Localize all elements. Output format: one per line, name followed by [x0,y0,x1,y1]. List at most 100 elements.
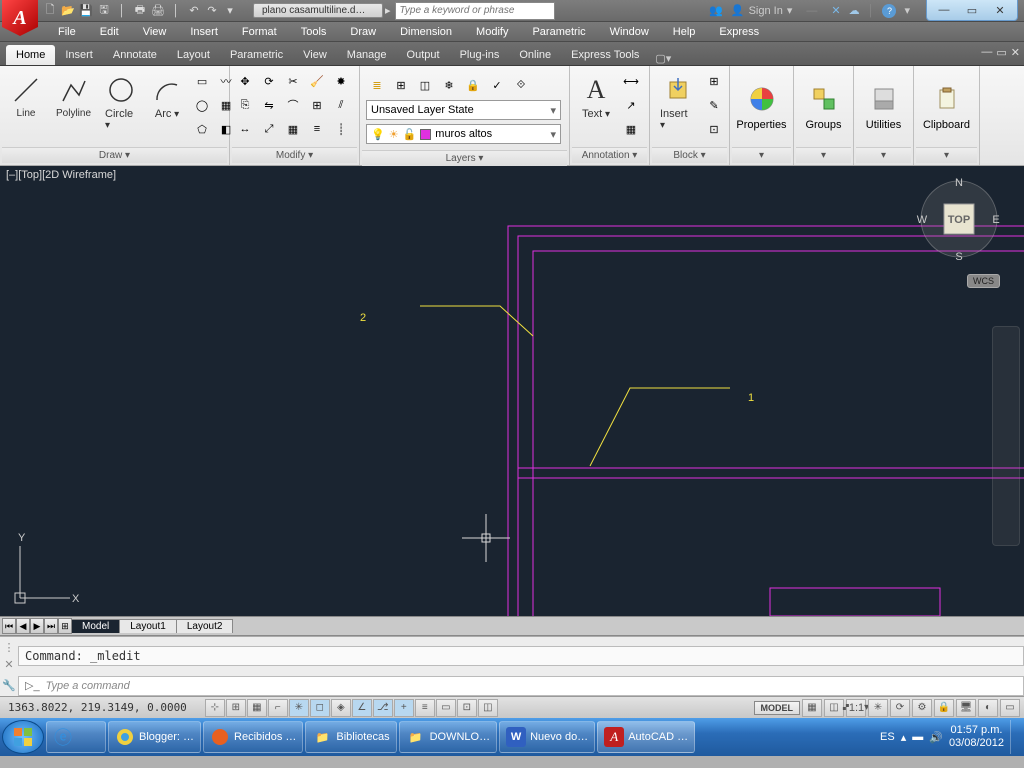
layer-state-icon[interactable]: ⊞ [390,74,412,96]
tab-layout1[interactable]: Layout1 [119,619,177,633]
task-explorer[interactable]: 📁Bibliotecas [305,721,396,753]
cmd-tools-icon[interactable]: 🔧 [0,675,18,696]
table-icon[interactable]: ▦ [620,118,642,140]
tpy-icon[interactable]: ▭ [436,699,456,717]
rect-icon[interactable]: ▭ [191,70,213,92]
qat-redo-icon[interactable]: ↷ [204,3,220,19]
rotate-icon[interactable]: ⟳ [258,70,280,92]
erase-icon[interactable]: 🧹 [306,70,328,92]
tray-flag-icon[interactable]: ▬ [912,731,923,743]
qat-saveas-icon[interactable]: 🖫 [96,3,112,19]
close-cmd-icon[interactable]: ✕ [4,658,13,671]
tab-online[interactable]: Online [509,45,561,65]
layer-lock-icon[interactable]: 🔒 [462,74,484,96]
task-firefox[interactable]: Recibidos … [203,721,303,753]
doc-min-button[interactable]: ― [981,46,992,59]
menu-insert[interactable]: Insert [180,24,228,40]
tray-volume-icon[interactable]: 🔊 [929,731,943,744]
menu-draw[interactable]: Draw [340,24,386,40]
viewcube[interactable]: TOP N S E W [914,174,1004,264]
panel-annotation-title[interactable]: Annotation ▾ [572,147,647,163]
search-glyph-icon[interactable]: 👥 [709,4,723,17]
layout-prev-icon[interactable]: ◀ [16,618,30,634]
layer-match-icon[interactable]: ⟐ [510,74,532,96]
arrayrect-icon[interactable]: ▦ [282,118,304,140]
tab-output[interactable]: Output [397,45,450,65]
navigation-bar[interactable] [992,326,1020,546]
break-icon[interactable]: ┊ [330,118,352,140]
menu-modify[interactable]: Modify [466,24,518,40]
panel-groups[interactable]: Groups▾ [794,66,854,165]
panel-block-title[interactable]: Block ▾ [652,147,727,163]
tab-layout2[interactable]: Layout2 [176,619,234,633]
create-block-icon[interactable]: ⊞ [703,70,725,92]
qat-dropdown-icon[interactable]: ▾ [222,3,238,19]
copy-icon[interactable]: ⎘ [234,94,256,116]
quickview2-icon[interactable]: ◫ [824,699,844,717]
menu-tools[interactable]: Tools [291,24,337,40]
maximize-button[interactable]: ▭ [959,2,985,18]
task-download[interactable]: 📁DOWNLO… [399,721,498,753]
layer-state-combo[interactable]: Unsaved Layer State▾ [366,100,561,120]
ribbon-expand-icon[interactable]: ▢▾ [655,52,671,65]
layer-make-icon[interactable]: ✓ [486,74,508,96]
task-chrome[interactable]: Blogger: … [108,721,201,753]
circle-button[interactable]: Circle ▾ [99,70,143,135]
help-search-input[interactable] [395,2,555,20]
menu-view[interactable]: View [133,24,177,40]
panel-utilities[interactable]: Utilities▾ [854,66,914,165]
drawing-canvas[interactable]: [–][Top][2D Wireframe] 2 1 Y X [0,166,1024,616]
menu-express[interactable]: Express [709,24,769,40]
tab-express[interactable]: Express Tools [561,45,649,65]
lwt-icon[interactable]: ≡ [415,699,435,717]
sc-icon[interactable]: ◫ [478,699,498,717]
qat-save-icon[interactable]: 💾 [78,3,94,19]
ellipse-icon[interactable]: ◯ [191,94,213,116]
task-word[interactable]: WNuevo do… [499,721,595,753]
close-button[interactable]: ✕ [987,2,1013,18]
qat-new-icon[interactable]: 🗋 [42,3,58,19]
panel-modify-title[interactable]: Modify ▾ [232,147,357,163]
tab-layout[interactable]: Layout [167,45,220,65]
start-button[interactable] [2,720,44,754]
ducs-icon[interactable]: ⎇ [373,699,393,717]
arc-button[interactable]: Arc ▾ [145,70,189,124]
quickview-icon[interactable]: ▦ [802,699,822,717]
panel-clipboard[interactable]: Clipboard▾ [914,66,980,165]
dim-icon[interactable]: ⟷ [620,70,642,92]
cmd-grip[interactable]: ⋮✕ [0,637,18,675]
scale-icon[interactable]: ⤢ [258,118,280,140]
task-autocad[interactable]: AAutoCAD … [597,721,695,753]
menu-window[interactable]: Window [600,24,659,40]
qat-plot-icon[interactable]: 🖶 [132,3,148,19]
edit-block-icon[interactable]: ✎ [703,94,725,116]
line-button[interactable]: Line [4,70,48,123]
qat-print-icon[interactable]: 🖨 [150,3,166,19]
annoauto-icon[interactable]: ⟳ [890,699,910,717]
cloud-icon[interactable]: ☁ [849,4,860,17]
tab-annotate[interactable]: Annotate [103,45,167,65]
utilities-expand[interactable]: ▾ [856,147,911,163]
hardware-icon[interactable]: 🖥 [956,699,976,717]
layer-prop-icon[interactable]: ≣ [366,74,388,96]
menu-edit[interactable]: Edit [90,24,129,40]
attr-icon[interactable]: ⊡ [703,118,725,140]
signin-button[interactable]: 👤Sign In▾ [731,4,792,17]
stretch-icon[interactable]: ↔ [234,118,256,140]
tray-chevron-icon[interactable]: ▴ [901,731,907,744]
ortho-icon[interactable]: ⌐ [268,699,288,717]
polygon-icon[interactable]: ⬠ [191,118,213,140]
otrack-icon[interactable]: ∠ [352,699,372,717]
mirror-icon[interactable]: ⇋ [258,94,280,116]
align-icon[interactable]: ≡ [306,118,328,140]
osnap-icon[interactable]: ◻ [310,699,330,717]
doc-close-button[interactable]: ✕ [1011,46,1020,59]
qat-open-icon[interactable]: 📂 [60,3,76,19]
exchange-icon[interactable]: ✕ [831,4,840,17]
move-icon[interactable]: ✥ [234,70,256,92]
tab-view[interactable]: View [293,45,337,65]
groups-expand[interactable]: ▾ [796,147,851,163]
layer-freeze-icon[interactable]: ❄ [438,74,460,96]
modelspace-badge[interactable]: MODEL [754,701,801,715]
wcs-badge[interactable]: WCS [967,274,1000,288]
